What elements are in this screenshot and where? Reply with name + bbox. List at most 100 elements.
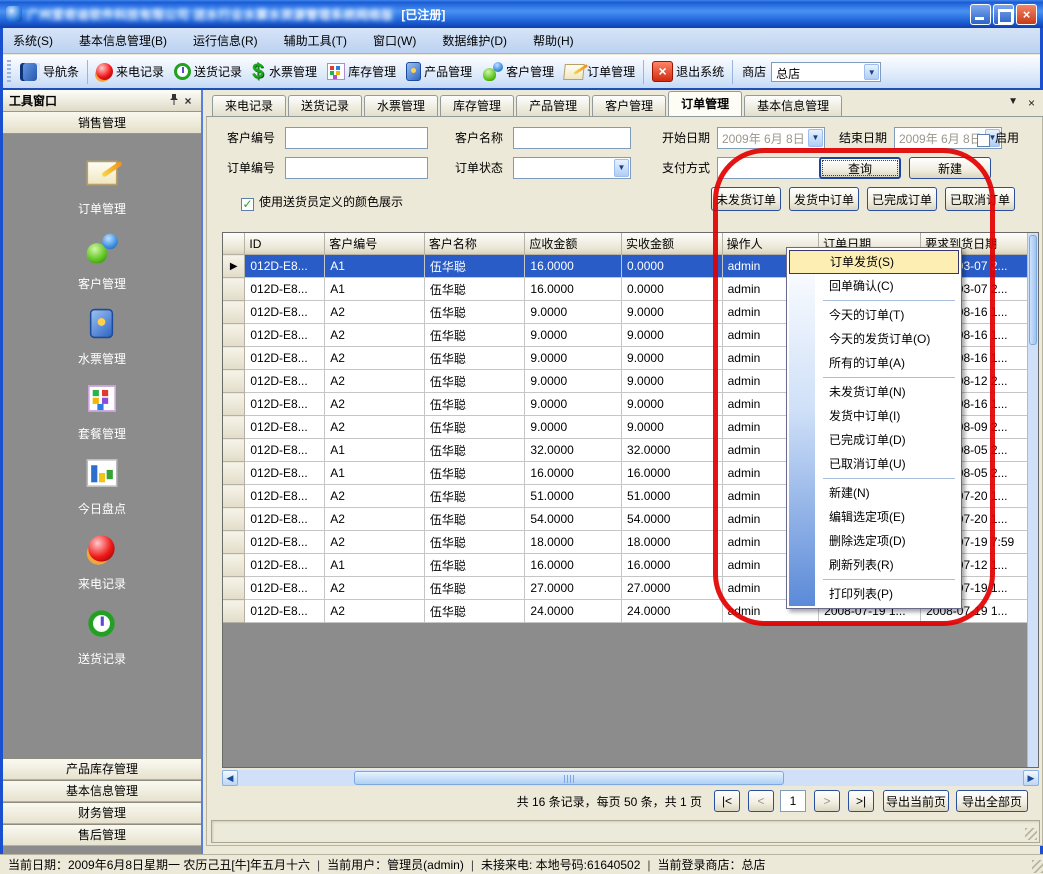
sidebar-group-1[interactable]: 基本信息管理 [3, 780, 201, 802]
tab-7[interactable]: 基本信息管理 [744, 95, 842, 116]
close-button[interactable]: × [1016, 4, 1037, 25]
tab-5[interactable]: 客户管理 [592, 95, 666, 116]
chevron-down-icon[interactable]: ▼ [1008, 96, 1018, 110]
status-filter-button-3[interactable]: 已取消订单 [945, 187, 1015, 211]
horizontal-scrollbar-thumb[interactable] [354, 771, 784, 785]
sidebar-group-2[interactable]: 财务管理 [3, 802, 201, 824]
toolbar-button-grid[interactable]: 库存管理 [322, 57, 401, 87]
dollar-icon [252, 61, 266, 83]
tab-3[interactable]: 库存管理 [440, 95, 514, 116]
export-current-page-button[interactable]: 导出当前页 [883, 790, 949, 812]
enable-checkbox[interactable]: ✓ [977, 134, 990, 147]
toolbar-button-users[interactable]: 客户管理 [477, 57, 559, 87]
statusbar-segment-0: 当前日期：2009年6月8日星期一 农历己丑[牛]年五月十六 [8, 856, 310, 873]
page-number-input[interactable]: 1 [780, 790, 806, 812]
prev-page-button[interactable]: < [748, 790, 774, 812]
column-header-3[interactable]: 应收金额 [525, 233, 622, 255]
vertical-scrollbar-thumb[interactable] [1029, 235, 1037, 345]
context-menu-item-10[interactable]: 已取消订单(U) [789, 452, 959, 476]
chevron-down-icon[interactable]: ▼ [864, 64, 879, 80]
context-menu-item-12[interactable]: 新建(N) [789, 481, 959, 505]
context-menu-item-5[interactable]: 所有的订单(A) [789, 351, 959, 375]
scroll-right-icon[interactable]: ▶ [1023, 770, 1039, 786]
tab-0[interactable]: 来电记录 [212, 95, 286, 116]
column-header-1[interactable]: 客户编号 [325, 233, 425, 255]
close-icon[interactable]: × [181, 94, 195, 108]
context-menu-item-3[interactable]: 今天的订单(T) [789, 303, 959, 327]
toolbar-button-label: 水票管理 [269, 63, 317, 80]
export-all-pages-button[interactable]: 导出全部页 [956, 790, 1028, 812]
customer-name-input[interactable] [513, 127, 631, 149]
toolbar-button-dollar[interactable]: 水票管理 [247, 57, 322, 87]
sidebar-item-6[interactable]: 送货记录 [78, 606, 126, 667]
context-menu-item-15[interactable]: 刷新列表(R) [789, 553, 959, 577]
menubar-item-1[interactable]: 基本信息管理(B) [79, 32, 167, 49]
menubar-item-0[interactable]: 系统(S) [13, 32, 53, 49]
maximize-button[interactable] [993, 4, 1014, 25]
context-menu-item-1[interactable]: 回单确认(C) [789, 274, 959, 298]
column-header-0[interactable]: ID [245, 233, 325, 255]
bottom-strip [211, 820, 1040, 843]
toolbar-button-label: 库存管理 [348, 63, 396, 80]
menubar-item-6[interactable]: 帮助(H) [533, 32, 574, 49]
tab-6[interactable]: 订单管理 [668, 91, 742, 116]
menubar-item-2[interactable]: 运行信息(R) [193, 32, 258, 49]
toolbar-button-bell[interactable]: 来电记录 [91, 57, 169, 87]
sidebar-group-3[interactable]: 售后管理 [3, 824, 201, 846]
tab-2[interactable]: 水票管理 [364, 95, 438, 116]
order-icon [92, 156, 112, 190]
horizontal-scrollbar-track[interactable] [238, 770, 1023, 786]
close-icon[interactable]: × [1028, 96, 1035, 110]
sidebar-item-2[interactable]: 水票管理 [78, 306, 126, 367]
minimize-button[interactable] [970, 4, 991, 25]
shop-combobox[interactable]: 总店 ▼ [771, 62, 881, 82]
query-button[interactable]: 查询 [819, 157, 901, 179]
column-header-2[interactable]: 客户名称 [424, 233, 525, 255]
pin-icon[interactable] [167, 93, 181, 108]
tab-4[interactable]: 产品管理 [516, 95, 590, 116]
statusbar-separator: | [647, 858, 650, 872]
context-menu-item-0[interactable]: 订单发货(S) [789, 250, 959, 274]
context-menu-item-13[interactable]: 编辑选定项(E) [789, 505, 959, 529]
sidebar-item-3[interactable]: 套餐管理 [78, 381, 126, 442]
new-button[interactable]: 新建 [909, 157, 991, 179]
status-filter-button-0[interactable]: 未发货订单 [711, 187, 781, 211]
context-menu-item-9[interactable]: 已完成订单(D) [789, 428, 959, 452]
sidebar-group-0[interactable]: 产品库存管理 [3, 758, 201, 780]
scroll-left-icon[interactable]: ◀ [222, 770, 238, 786]
tab-1[interactable]: 送货记录 [288, 95, 362, 116]
toolbar-button-book[interactable]: 导航条 [15, 57, 84, 87]
menubar-item-3[interactable]: 辅助工具(T) [284, 32, 347, 49]
context-menu-item-17[interactable]: 打印列表(P) [789, 582, 959, 606]
sidebar-item-5[interactable]: 来电记录 [78, 531, 126, 592]
sidebar-item-1[interactable]: 客户管理 [78, 231, 126, 292]
next-page-button[interactable]: > [814, 790, 840, 812]
column-header-4[interactable]: 实收金额 [622, 233, 723, 255]
first-page-button[interactable]: |< [714, 790, 740, 812]
toolbar-button-product[interactable]: 产品管理 [401, 57, 477, 87]
vertical-scrollbar[interactable] [1027, 233, 1038, 767]
delivery-color-checkbox[interactable]: ✓ [241, 198, 254, 211]
context-menu-item-8[interactable]: 发货中订单(I) [789, 404, 959, 428]
menubar-item-5[interactable]: 数据维护(D) [442, 32, 507, 49]
toolbar-button-exit[interactable]: 退出系统 [647, 57, 729, 87]
status-filter-button-1[interactable]: 发货中订单 [789, 187, 859, 211]
start-date-picker[interactable]: 2009年 6月 8日 ▼ [717, 127, 825, 149]
context-menu-item-4[interactable]: 今天的发货订单(O) [789, 327, 959, 351]
customer-no-input[interactable] [285, 127, 428, 149]
order-no-input[interactable] [285, 157, 428, 179]
sidebar-item-4[interactable]: 今日盘点 [78, 456, 126, 517]
sidebar-item-0[interactable]: 订单管理 [78, 156, 126, 217]
toolbar-button-clock[interactable]: 送货记录 [169, 57, 247, 87]
registration-status: [已注册] [401, 6, 445, 23]
chevron-down-icon[interactable]: ▼ [614, 159, 629, 177]
context-menu-item-14[interactable]: 删除选定项(D) [789, 529, 959, 553]
horizontal-scrollbar[interactable]: ◀ ▶ [222, 770, 1039, 786]
order-status-combobox[interactable]: ▼ [513, 157, 631, 179]
sidebar-group-sales[interactable]: 销售管理 [3, 112, 201, 134]
menubar-item-4[interactable]: 窗口(W) [373, 32, 416, 49]
last-page-button[interactable]: >| [848, 790, 874, 812]
context-menu-item-7[interactable]: 未发货订单(N) [789, 380, 959, 404]
toolbar-button-order[interactable]: 订单管理 [559, 57, 640, 87]
status-filter-button-2[interactable]: 已完成订单 [867, 187, 937, 211]
